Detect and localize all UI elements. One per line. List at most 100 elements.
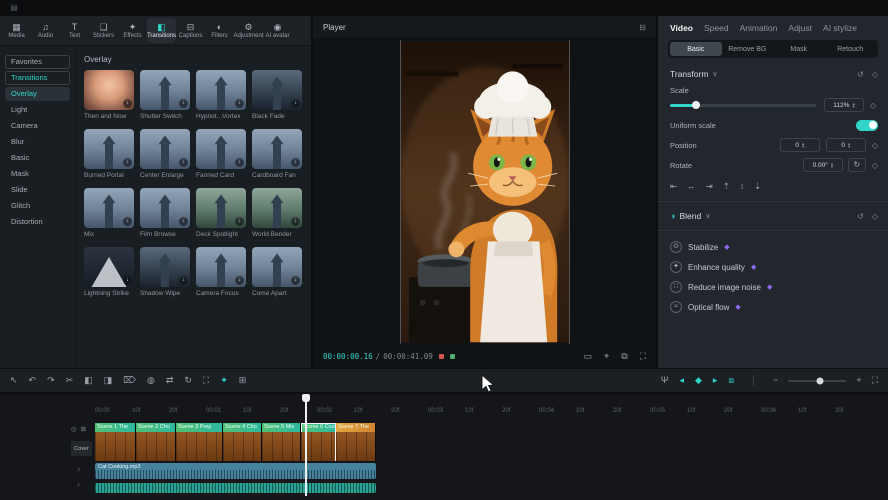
player-options-icon[interactable]: ⊟ (639, 23, 646, 32)
stepper-arrows-icon[interactable]: ▴ ▾ (802, 142, 804, 149)
keyframe-next-icon[interactable]: ▸ (713, 376, 718, 385)
ribbon-tab[interactable]: ♫ Audio (31, 18, 60, 43)
align-icon[interactable]: ⇡ (723, 181, 730, 192)
rotate-90-icon[interactable]: ↻ (848, 158, 866, 172)
transition-item[interactable]: ↓ Deck Spotlight (196, 188, 246, 238)
redo-icon[interactable]: ↷ (47, 376, 55, 385)
transition-item[interactable]: ↓ Fanned Card (196, 129, 246, 179)
ratio-icon[interactable]: ▭ (584, 351, 593, 362)
zoom-slider-knob[interactable] (817, 377, 824, 384)
audio-clip[interactable]: Cat Cooking.mp3 (95, 463, 376, 479)
smart-tools-icon[interactable]: ✦ (220, 376, 228, 385)
sidebar-item[interactable]: Light (5, 103, 70, 117)
transition-item[interactable]: ↓ Burned Portal (84, 129, 134, 179)
audio-track-icon[interactable]: ♪ (77, 466, 81, 473)
keyframe-icon[interactable]: ◇ (872, 141, 878, 150)
keyframe-icon[interactable]: ◇ (872, 161, 878, 170)
add-keyframe-icon[interactable]: ◆ (695, 376, 702, 385)
zoom-out-icon[interactable]: − (773, 376, 778, 385)
inspector-subtab[interactable]: Retouch (825, 42, 877, 56)
feature-row[interactable]: ⊙ Stabilize ◆ (670, 237, 878, 257)
trim-right-icon[interactable]: ◨ (104, 376, 113, 385)
transition-item[interactable]: ↓ Hypnot...Vortex (196, 70, 246, 120)
playhead-handle[interactable] (302, 394, 310, 402)
lock-track-icon[interactable]: ⊠ (81, 425, 86, 433)
voiceover-mic-icon[interactable]: Ψ (661, 376, 669, 385)
feature-row[interactable]: ∷ Reduce image noise ◆ (670, 277, 878, 297)
transition-item[interactable]: ↓ Film Browse (140, 188, 190, 238)
inspector-subtab[interactable]: Remove BG (722, 42, 774, 56)
timeline-zoom-slider[interactable] (788, 380, 846, 382)
player-stage[interactable] (313, 40, 656, 344)
transition-item[interactable]: ↓ Cardboard Fan (252, 129, 302, 179)
ribbon-tab[interactable]: T Text (60, 18, 89, 43)
transition-item[interactable]: ↓ Black Fade (252, 70, 302, 120)
keyframe-icon[interactable]: ◇ (872, 70, 878, 79)
sidebar-item[interactable]: Mask (5, 167, 70, 181)
split-icon[interactable]: ✂ (66, 376, 74, 385)
blend-section-header[interactable]: ◑ Blend ∨ ↺ ◇ (670, 208, 878, 224)
align-icon[interactable]: ⇥ (706, 181, 713, 192)
transition-item[interactable]: ↓ Mix (84, 188, 134, 238)
sidebar-item[interactable]: Favorites (5, 55, 70, 69)
align-icon[interactable]: ⇣ (754, 181, 761, 192)
mini-player-icon[interactable]: ⧉ (621, 351, 627, 362)
sidebar-item[interactable]: Transitions (5, 71, 70, 85)
caret-down-icon[interactable]: ▾ (848, 145, 850, 149)
sidebar-item[interactable]: Basic (5, 151, 70, 165)
transition-item[interactable]: ↓ World Bender (252, 188, 302, 238)
uniform-scale-toggle[interactable] (856, 120, 878, 131)
ribbon-tab[interactable]: ▦ Media (2, 18, 31, 43)
ribbon-tab[interactable]: ✦ Effects (118, 18, 147, 43)
ribbon-tab[interactable]: ◐ Filters (205, 18, 234, 43)
feature-row[interactable]: ✦ Enhance quality ◆ (670, 257, 878, 277)
scale-slider[interactable] (670, 104, 816, 107)
sidebar-item[interactable]: Overlay (5, 87, 70, 101)
transition-item[interactable]: ↓ Lightning Strike (84, 247, 134, 297)
inspector-tab[interactable]: Speed (704, 23, 729, 33)
stepper-arrows-icon[interactable]: ▴ ▾ (848, 142, 850, 149)
ribbon-tab[interactable]: ⚙ Adjustment (234, 18, 263, 43)
inspector-subtab[interactable]: Mask (773, 42, 825, 56)
reset-icon[interactable]: ↺ (857, 70, 864, 79)
rotate-clip-icon[interactable]: ↻ (184, 376, 192, 385)
app-menu-icon[interactable]: ▤ (8, 3, 20, 13)
ribbon-tab[interactable]: ❏ Stickers (89, 18, 118, 43)
sidebar-item[interactable]: Blur (5, 135, 70, 149)
ribbon-tab[interactable]: ◧ Transitions (147, 18, 176, 43)
sidebar-item[interactable]: Glitch (5, 199, 70, 213)
position-y-box[interactable]: 0 ▴ ▾ (826, 138, 866, 152)
scene-clip[interactable]: Scene 5 Mix (262, 423, 301, 461)
inspector-subtab[interactable]: Basic (670, 42, 722, 56)
inspector-tab[interactable]: AI stylize (823, 23, 857, 33)
position-x-box[interactable]: 0 ▴ ▾ (780, 138, 820, 152)
ribbon-tab[interactable]: ⊟ Captions (176, 18, 205, 43)
crop-icon[interactable]: ⛶ (203, 376, 209, 385)
transition-item[interactable]: ↓ Center Enlarge (140, 129, 190, 179)
timeline-ruler[interactable]: 00:0010f20f00:0110f20f00:0210f20f00:0310… (95, 408, 872, 414)
scene-clip[interactable]: Scene 1 The (95, 423, 136, 461)
ribbon-tab[interactable]: ◉ AI avatar (263, 18, 292, 43)
music-track-icon[interactable]: ♪ (77, 482, 80, 488)
keyframe-icon[interactable]: ◇ (870, 101, 876, 110)
delete-icon[interactable]: ⌦ (123, 376, 136, 385)
fullscreen-icon[interactable]: ⛶ (640, 351, 646, 362)
inspector-tab[interactable]: Video (670, 23, 693, 33)
align-icon[interactable]: ↔ (687, 181, 696, 191)
stepper-arrows-icon[interactable]: ▴ ▾ (852, 102, 854, 109)
sidebar-item[interactable]: Slide (5, 183, 70, 197)
keyframe-prev-icon[interactable]: ◂ (679, 376, 684, 385)
slider-knob[interactable] (692, 101, 700, 109)
select-tool-icon[interactable]: ↖ (10, 376, 18, 385)
snapshot-icon[interactable]: ⌖ (604, 351, 609, 362)
music-clip[interactable] (95, 483, 376, 493)
playhead[interactable] (305, 394, 307, 496)
caret-down-icon[interactable]: ▾ (831, 165, 833, 169)
inspector-tab[interactable]: Animation (740, 23, 778, 33)
transition-item[interactable]: ↓ Shutter Switch (140, 70, 190, 120)
transition-item[interactable]: ↓ Then and Now (84, 70, 134, 120)
undo-icon[interactable]: ↶ (29, 376, 37, 385)
mask-icon[interactable]: ◍ (147, 376, 155, 385)
align-icon[interactable]: ↕ (740, 181, 744, 191)
transition-item[interactable]: ↓ Shadow Wipe (140, 247, 190, 297)
